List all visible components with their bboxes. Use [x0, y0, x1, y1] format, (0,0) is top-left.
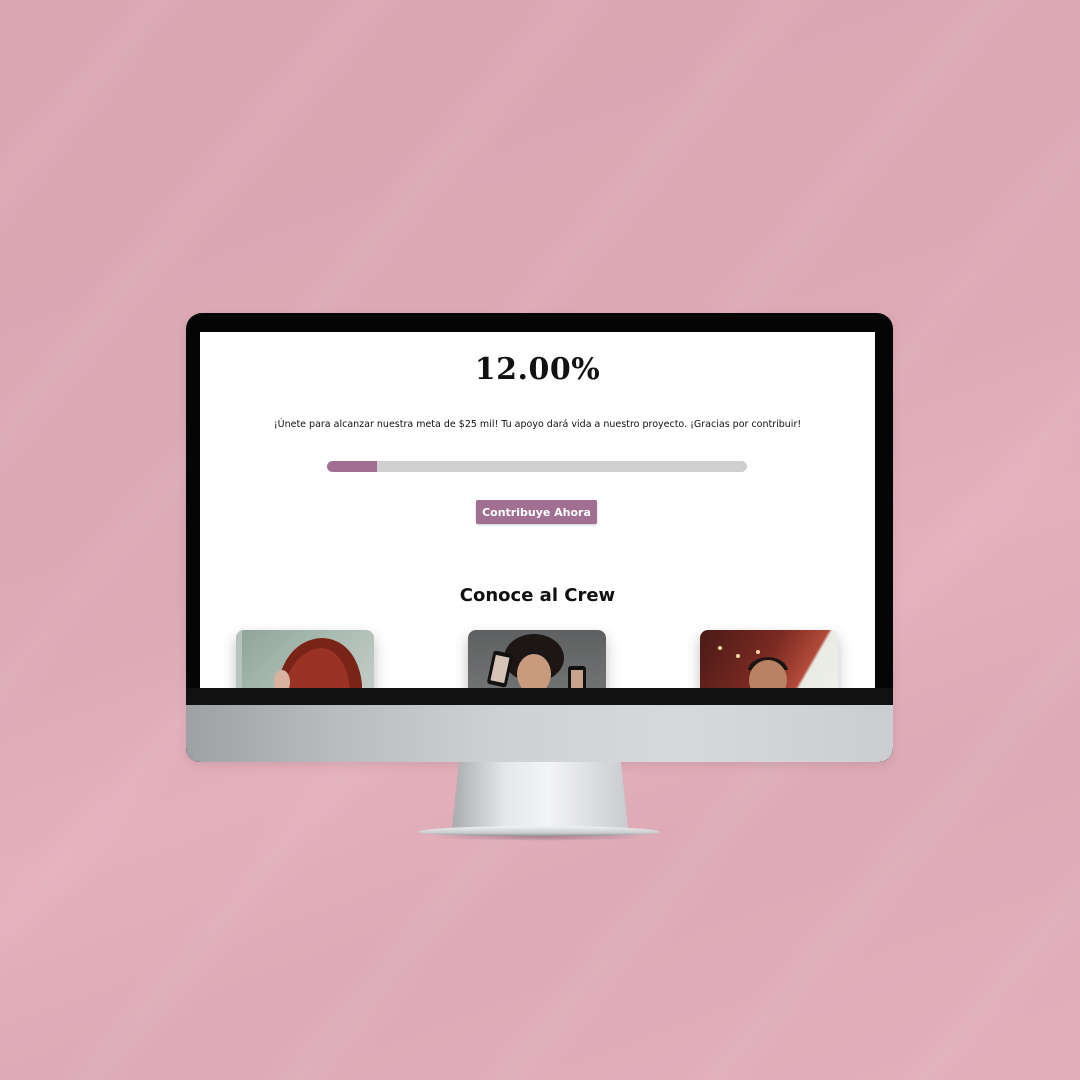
campaign-description: ¡Únete para alcanzar nuestra meta de $25… [273, 419, 802, 430]
monitor-stand [452, 762, 628, 828]
monitor-stand-base [418, 826, 660, 836]
progress-bar [327, 461, 747, 472]
woman-red-hair-photo [236, 630, 362, 688]
monitor-chin [186, 705, 893, 762]
crew-member-card[interactable] [468, 630, 606, 688]
contribute-button[interactable]: Contribuye Ahora [476, 500, 597, 524]
man-smiling-photo [718, 646, 788, 688]
progress-bar-fill [327, 461, 378, 472]
crew-member-card[interactable] [236, 630, 374, 688]
man-curly-hair-phones-photo [487, 634, 586, 688]
progress-percentage: 12.00% [474, 352, 601, 387]
crew-member-card[interactable] [700, 630, 838, 688]
crew-section-title: Conoce al Crew [459, 585, 616, 606]
imac-monitor: 12.00% ¡Únete para alcanzar nuestra meta… [186, 313, 893, 762]
monitor-bezel-bottom [186, 688, 893, 705]
browser-screen: 12.00% ¡Únete para alcanzar nuestra meta… [200, 332, 875, 688]
